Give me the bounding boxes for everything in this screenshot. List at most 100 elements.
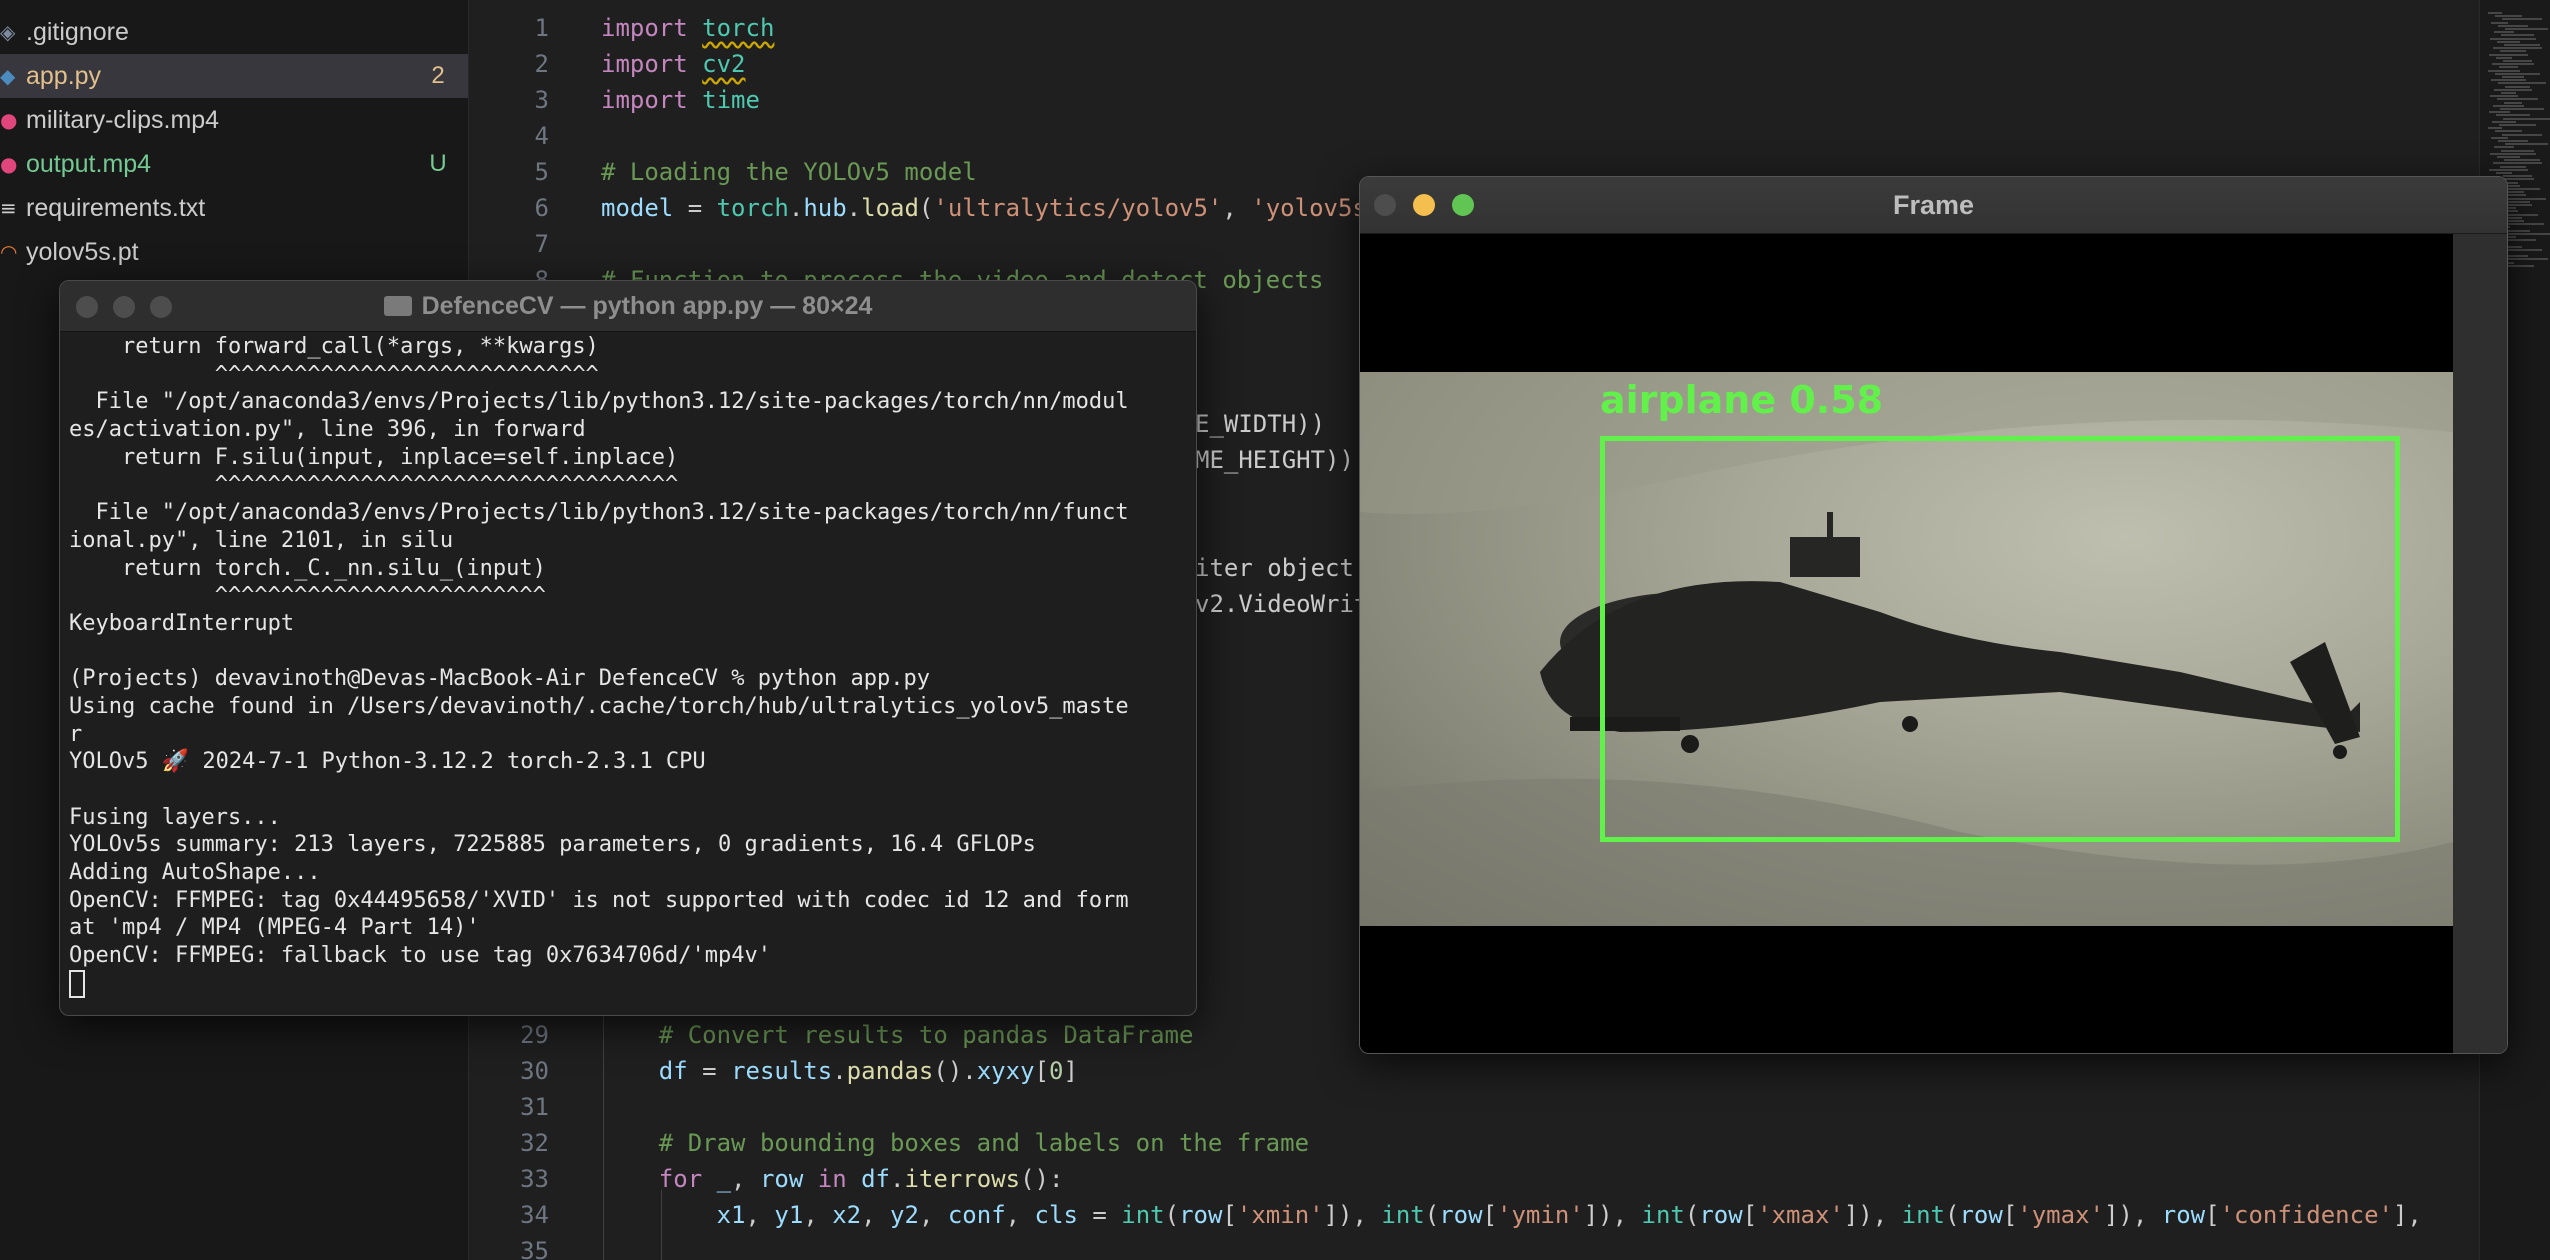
terminal-line: return torch._C._nn.silu_(input) <box>69 555 546 581</box>
minimap-line <box>2496 172 2512 174</box>
code-line[interactable]: 1 import torch <box>469 10 2479 46</box>
minimap-line <box>2495 72 2540 75</box>
text-cursor <box>69 969 85 998</box>
terminal-line: es/activation.py", line 396, in forward <box>69 417 586 443</box>
terminal-titlebar[interactable]: DefenceCV — python app.py — 80×24 <box>60 281 1196 332</box>
terminal-line: Adding AutoShape... <box>69 860 321 886</box>
code-text: # Convert results to pandas DataFrame <box>601 1021 1194 1049</box>
minimap-line <box>2498 140 2528 142</box>
minimap-line <box>2504 101 2522 104</box>
minimap-line <box>2496 56 2512 59</box>
minimap-line <box>2498 24 2528 27</box>
file-name: yolov5s.pt <box>26 237 139 266</box>
terminal-line: at 'mp4 / MP4 (MPEG-4 Part 14)' <box>69 915 480 941</box>
code-line[interactable]: 2 import cv2 <box>469 46 2479 82</box>
line-number: 3 <box>534 86 549 114</box>
code-line[interactable]: 33 for _, row in df.iterrows(): <box>469 1161 2479 1197</box>
minimap-line <box>2495 130 2522 133</box>
file-item[interactable]: ◠ yolov5s.pt <box>0 230 468 274</box>
minimap-line <box>2491 21 2508 24</box>
code-line[interactable]: 35 <box>469 1233 2479 1260</box>
code-line[interactable]: 30 df = results.pandas().xyxy[0] <box>469 1053 2479 1089</box>
minimap-line <box>2501 34 2534 37</box>
minimap-line <box>2488 69 2520 72</box>
minimap-line <box>2491 79 2526 82</box>
minimap-line <box>2495 15 2522 18</box>
line-number: 6 <box>534 194 549 222</box>
video-frame-image: airplane 0.58 <box>1360 372 2453 926</box>
minimap-line <box>2498 82 2546 85</box>
minimap-line <box>2505 28 2548 30</box>
line-number: 35 <box>520 1237 549 1260</box>
terminal-line: ional.py", line 2101, in silu <box>69 527 454 553</box>
line-number: 1 <box>534 14 549 42</box>
code-line[interactable]: 32 # Draw bounding boxes and labels on t… <box>469 1125 2479 1161</box>
file-item[interactable]: ● output.mp4 U <box>0 142 468 186</box>
minimap-line <box>2496 114 2530 117</box>
code-text: df = results.pandas().xyxy[0] <box>658 1057 1078 1085</box>
minimap-line <box>2501 149 2534 152</box>
minimap-line <box>2501 92 2516 94</box>
minimap-line <box>2493 162 2542 165</box>
video-file-icon: ● <box>0 108 18 132</box>
terminal-line: ^^^^^^^^^^^^^^^^^^^^^^^^^^^^^ <box>69 361 599 387</box>
code-line[interactable]: 31 <box>469 1089 2479 1125</box>
code-text: # Loading the YOLOv5 model <box>601 158 977 186</box>
detection-bounding-box <box>1600 436 2400 842</box>
terminal-line: File "/opt/anaconda3/envs/Projects/lib/p… <box>69 500 1129 526</box>
minimap-line <box>2488 12 2502 14</box>
file-item[interactable]: ● military-clips.mp4 <box>0 98 468 142</box>
minimap-line <box>2490 37 2536 40</box>
minimap-line <box>2502 133 2542 136</box>
file-name: .gitignore <box>26 17 129 46</box>
minimap-line <box>2492 63 2534 66</box>
minimap-line <box>2494 146 2514 149</box>
frame-window[interactable]: Frame airplane 0.58 <box>1359 176 2508 1054</box>
line-number: 34 <box>520 1201 549 1229</box>
code-line[interactable]: 3 import time <box>469 82 2479 118</box>
file-item[interactable]: ◆ app.py 2 <box>0 54 468 98</box>
minimap-line <box>2492 120 2516 123</box>
code-text: x1, y1, x2, y2, conf, cls = int(row['xmi… <box>716 1201 2422 1229</box>
code-line[interactable]: 34 x1, y1, x2, y2, conf, cls = int(row['… <box>469 1197 2479 1233</box>
minimap-line <box>2500 165 2526 168</box>
terminal-prompt-line[interactable] <box>69 969 1189 998</box>
terminal-line: return F.silu(input, inplace=self.inplac… <box>69 444 679 470</box>
terminal-line: (Projects) devavinoth@Devas-MacBook-Air … <box>69 666 930 692</box>
terminal-line: OpenCV: FFMPEG: fallback to use tag 0x76… <box>69 943 771 969</box>
terminal-line: Fusing layers... <box>69 804 281 830</box>
partially-hidden-code: iter object <box>1195 554 1354 582</box>
line-number: 7 <box>534 230 549 258</box>
terminal-window[interactable]: DefenceCV — python app.py — 80×24 return… <box>59 280 1197 1016</box>
terminal-line: OpenCV: FFMPEG: tag 0x44495658/'XVID' is… <box>69 887 1129 913</box>
terminal-line: KeyboardInterrupt <box>69 610 295 636</box>
minimap-line <box>2489 111 2510 114</box>
video-display: airplane 0.58 <box>1360 234 2453 1053</box>
code-text: model = torch.hub.load('ultralytics/yolo… <box>601 194 1382 222</box>
minimap-line <box>2502 76 2524 78</box>
code-line[interactable]: 4 <box>469 118 2479 154</box>
minimap-line <box>2497 156 2520 158</box>
minimap-line <box>2497 98 2538 101</box>
file-name: output.mp4 <box>26 149 152 178</box>
terminal-line: YOLOv5 🚀 2024-7-1 Python-3.12.2 torch-2.… <box>69 749 706 775</box>
partially-hidden-code: ME_HEIGHT)) <box>1195 446 1354 474</box>
git-status-badge: 2 <box>431 62 445 89</box>
frame-scroll-area[interactable] <box>2453 234 2507 1053</box>
terminal-output[interactable]: return forward_call(*args, **kwargs) ^^^… <box>69 333 1189 1013</box>
terminal-title: DefenceCV — python app.py — 80×24 <box>60 281 1196 331</box>
terminal-line: Using cache found in /Users/devavinoth/.… <box>69 693 1129 719</box>
terminal-line: ^^^^^^^^^^^^^^^^^^^^^^^^^^^^^^^^^^^ <box>69 472 679 498</box>
file-name: military-clips.mp4 <box>26 105 220 134</box>
detection-label: airplane 0.58 <box>1600 378 1884 422</box>
line-number: 33 <box>520 1165 549 1193</box>
file-item[interactable]: ◈ .gitignore <box>0 10 468 54</box>
video-file-icon: ● <box>0 152 18 176</box>
file-item[interactable]: ≡ requirements.txt <box>0 186 468 230</box>
minimap-line <box>2499 66 2518 69</box>
code-text: for _, row in df.iterrows(): <box>601 1165 1064 1193</box>
minimap-line <box>2499 124 2536 126</box>
minimap-line <box>2505 200 2530 203</box>
frame-titlebar[interactable]: Frame <box>1360 177 2507 234</box>
